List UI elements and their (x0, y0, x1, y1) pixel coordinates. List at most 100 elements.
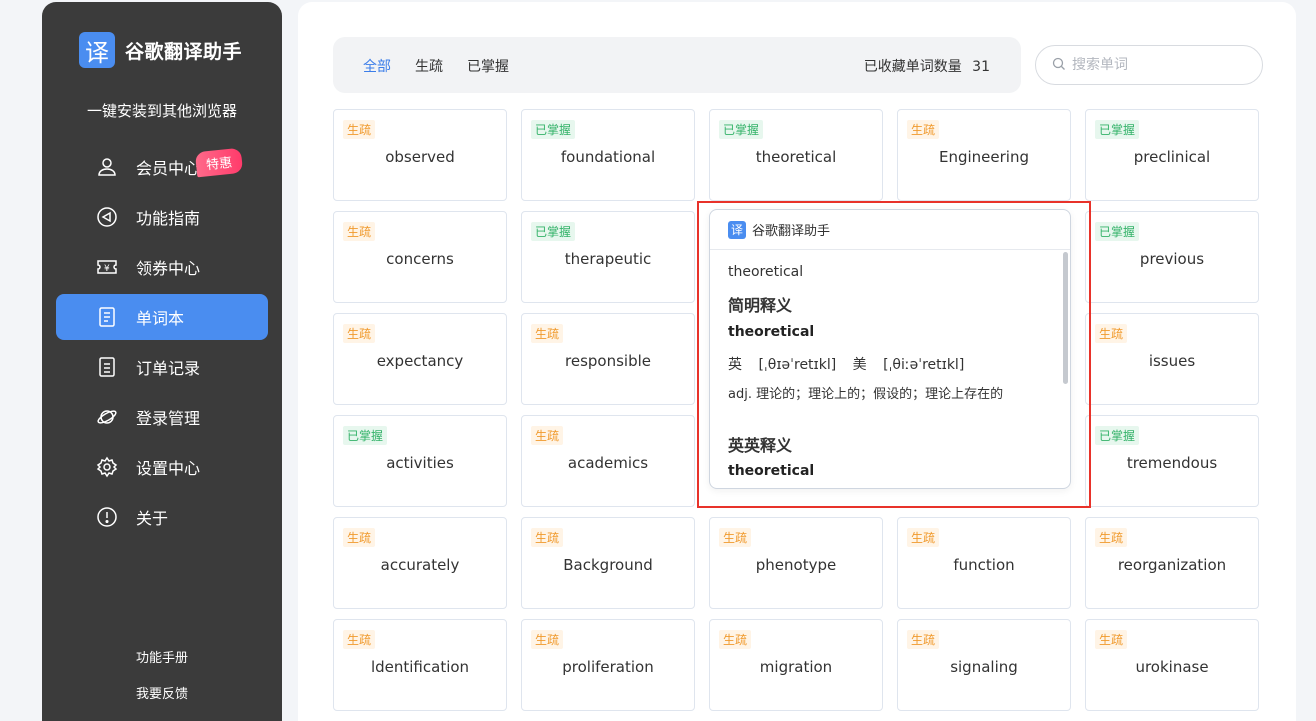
sidebar-item-member-center[interactable]: 会员中心 特惠 (56, 144, 268, 190)
search-input[interactable] (1072, 57, 1242, 73)
status-tag: 生疏 (343, 528, 376, 547)
word-text: Background (563, 556, 653, 574)
sidebar-nav: 会员中心 特惠 功能指南 ¥ 领券中心 单词本 订单记录 登录管理 设置中心 关… (56, 144, 268, 544)
tab-weak[interactable]: 生疏 (415, 56, 443, 76)
sidebar-item-settings[interactable]: 设置中心 (56, 444, 268, 490)
status-tag: 生疏 (1095, 528, 1128, 547)
word-card[interactable]: 生疏 responsible (521, 313, 695, 405)
status-tag: 生疏 (531, 324, 564, 343)
word-text: reorganization (1117, 556, 1227, 574)
tab-known[interactable]: 已掌握 (467, 56, 509, 76)
feedback-link[interactable]: 我要反馈 (42, 683, 282, 702)
coupon-icon: ¥ (96, 256, 118, 278)
popup-word: theoretical (728, 264, 804, 280)
sidebar-item-coupons[interactable]: ¥ 领券中心 (56, 244, 268, 290)
word-card[interactable]: 已掌握 foundational (521, 109, 695, 201)
word-card[interactable]: 生疏 academics (521, 415, 695, 507)
status-tag: 已掌握 (719, 120, 764, 139)
gear-icon (96, 456, 118, 478)
word-text: theoretical (755, 148, 837, 166)
sidebar-item-label: 领券中心 (136, 259, 201, 278)
sidebar-item-login-management[interactable]: 登录管理 (56, 394, 268, 440)
word-card[interactable]: 生疏 issues (1085, 313, 1259, 405)
app-logo[interactable]: 译 谷歌翻译助手 (79, 32, 242, 68)
tab-all[interactable]: 全部 (363, 56, 391, 76)
word-card[interactable]: 生疏 Engineering (897, 109, 1071, 201)
sidebar-item-guide[interactable]: 功能指南 (56, 194, 268, 240)
status-tag: 生疏 (719, 630, 752, 649)
word-text: function (953, 556, 1015, 574)
sidebar-item-label: 设置中心 (136, 459, 201, 478)
word-card[interactable]: 生疏 Background (521, 517, 695, 609)
translate-logo-icon: 译 (79, 32, 115, 68)
definition-text: adj. 理论的；理论上的；假设的；理论上存在的 (728, 387, 1004, 402)
popup-header: 译 谷歌翻译助手 (710, 210, 1070, 250)
search-box[interactable] (1035, 45, 1263, 85)
word-text: foundational (560, 148, 656, 166)
brief-definition-heading: 简明释义 (728, 296, 793, 315)
special-offer-badge: 特惠 (194, 147, 244, 178)
word-text: observed (385, 148, 455, 166)
sidebar-item-label: 关于 (136, 509, 169, 528)
saved-word-count-label: 已收藏单词数量 (863, 59, 962, 75)
sidebar-item-label: 功能指南 (136, 209, 201, 228)
status-tag: 生疏 (531, 528, 564, 547)
sidebar-item-orders[interactable]: 订单记录 (56, 344, 268, 390)
filter-tabbar: 全部 生疏 已掌握 已收藏单词数量 31 (333, 37, 1021, 93)
word-text: preclinical (1133, 148, 1211, 166)
user-icon (96, 156, 118, 178)
word-card[interactable]: 已掌握 activities (333, 415, 507, 507)
sidebar-item-label: 单词本 (136, 309, 185, 328)
word-card[interactable]: 生疏 proliferation (521, 619, 695, 711)
status-tag: 已掌握 (1095, 120, 1140, 139)
status-tag: 生疏 (531, 630, 564, 649)
word-text: previous (1139, 250, 1205, 268)
word-card[interactable]: 生疏 reorganization (1085, 517, 1259, 609)
status-tag: 生疏 (907, 120, 940, 139)
sidebar-item-wordbook[interactable]: 单词本 (56, 294, 268, 340)
word-card[interactable]: 已掌握 therapeutic (521, 211, 695, 303)
saved-word-count: 已收藏单词数量 31 (864, 56, 990, 76)
word-card[interactable]: 已掌握 previous (1085, 211, 1259, 303)
word-text: issues (1148, 352, 1196, 370)
word-text: concerns (386, 250, 454, 268)
brief-definition-word: theoretical (728, 324, 815, 340)
word-text: signaling (950, 658, 1018, 676)
svg-text:¥: ¥ (104, 264, 110, 274)
word-card[interactable]: 生疏 urokinase (1085, 619, 1259, 711)
status-tag: 生疏 (907, 528, 940, 547)
word-card[interactable]: 生疏 phenotype (709, 517, 883, 609)
word-card[interactable]: 生疏 expectancy (333, 313, 507, 405)
word-card[interactable]: 生疏 concerns (333, 211, 507, 303)
status-tag: 生疏 (1095, 630, 1128, 649)
phonetic-us: [ˌθiːəˈretɪkl] (883, 357, 965, 373)
sidebar: 译 谷歌翻译助手 一键安装到其他浏览器 会员中心 特惠 功能指南 ¥ 领券中心 (42, 2, 282, 721)
word-text: therapeutic (564, 250, 652, 268)
word-card[interactable]: 已掌握 theoretical (709, 109, 883, 201)
word-card[interactable]: 生疏 signaling (897, 619, 1071, 711)
manual-link[interactable]: 功能手册 (42, 647, 282, 666)
install-other-browsers-link[interactable]: 一键安装到其他浏览器 (42, 100, 282, 121)
word-card[interactable]: 已掌握 tremendous (1085, 415, 1259, 507)
word-card[interactable]: 生疏 ldentification (333, 619, 507, 711)
word-card[interactable]: 生疏 accurately (333, 517, 507, 609)
phonetic-uk-label: 英 (728, 357, 742, 373)
popup-scrollbar[interactable] (1063, 252, 1068, 384)
status-tag: 生疏 (343, 630, 376, 649)
sidebar-item-label: 登录管理 (136, 409, 201, 428)
translate-logo-icon: 译 (728, 220, 746, 239)
word-text: urokinase (1135, 658, 1209, 676)
word-card[interactable]: 生疏 observed (333, 109, 507, 201)
status-tag: 已掌握 (343, 426, 388, 445)
word-text: Engineering (939, 148, 1029, 166)
word-text: phenotype (755, 556, 837, 574)
status-tag: 生疏 (719, 528, 752, 547)
word-card[interactable]: 生疏 migration (709, 619, 883, 711)
info-icon (96, 506, 118, 528)
sidebar-item-about[interactable]: 关于 (56, 494, 268, 540)
word-card[interactable]: 生疏 function (897, 517, 1071, 609)
word-text: responsible (565, 352, 651, 370)
word-text: expectancy (376, 352, 464, 370)
word-card[interactable]: 已掌握 preclinical (1085, 109, 1259, 201)
send-icon (96, 206, 118, 228)
